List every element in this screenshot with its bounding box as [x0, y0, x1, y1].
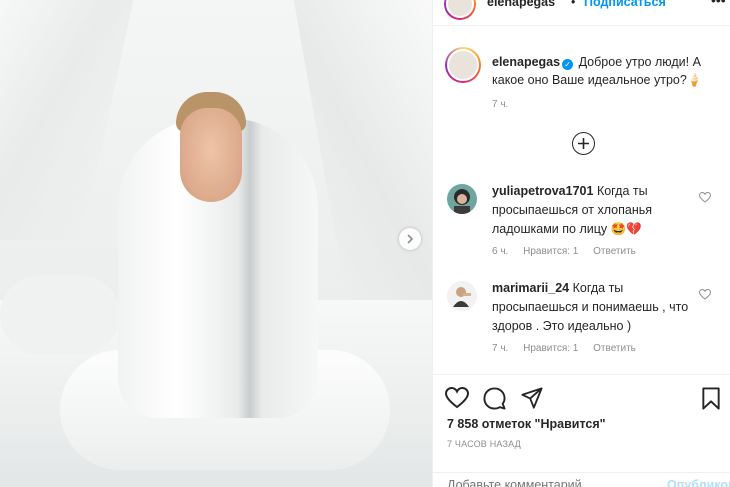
- caption-time[interactable]: 7 ч.: [492, 99, 508, 110]
- comment-bubble-icon[interactable]: [483, 387, 506, 410]
- reply-button[interactable]: Ответить: [593, 246, 636, 257]
- bookmark-icon[interactable]: [701, 387, 721, 410]
- pillow: [0, 275, 120, 355]
- load-more-comments-button[interactable]: [572, 132, 595, 155]
- comment-username[interactable]: marimarii_24: [492, 281, 569, 295]
- heart-icon[interactable]: [699, 192, 711, 203]
- comment-text: yuliapetrova1701 Когда ты просыпаешься о…: [492, 184, 653, 236]
- post-photo[interactable]: [0, 0, 432, 487]
- more-options-icon[interactable]: •••: [711, 0, 726, 8]
- post-side-panel: elenapegas • Подписаться ••• elenapegas ✓…: [432, 0, 730, 487]
- author-avatar[interactable]: [444, 0, 476, 20]
- publish-button[interactable]: Опубликовать: [667, 478, 730, 487]
- like-heart-icon[interactable]: [445, 387, 469, 409]
- post-actions: 7 858 отметок "Нравится" 7 ЧАСОВ НАЗАД О…: [433, 374, 730, 487]
- plus-icon: [578, 138, 589, 149]
- comment-meta: 6 ч. Нравится: 1 Ответить: [492, 246, 648, 257]
- caption-avatar[interactable]: [445, 47, 481, 83]
- curtain-left: [0, 0, 138, 240]
- comment-likes[interactable]: Нравится: 1: [523, 343, 578, 354]
- caption-username[interactable]: elenapegas: [492, 55, 560, 69]
- caption-emoji: 🍦: [686, 73, 703, 87]
- verified-icon: ✓: [562, 59, 574, 70]
- post-caption: elenapegas ✓ Доброе утро люди! А какое он…: [492, 53, 717, 89]
- comment-time[interactable]: 7 ч.: [492, 343, 508, 354]
- likes-count[interactable]: 7 858 отметок "Нравится": [447, 417, 606, 431]
- post-header: elenapegas • Подписаться •••: [433, 0, 730, 26]
- share-paper-plane-icon[interactable]: [521, 387, 543, 409]
- author-username[interactable]: elenapegas: [487, 0, 555, 9]
- commenter-avatar[interactable]: [447, 281, 477, 311]
- follow-button[interactable]: Подписаться: [584, 0, 666, 9]
- add-comment-bar: Опубликовать: [433, 472, 730, 487]
- comment-input[interactable]: [447, 478, 647, 487]
- heart-icon[interactable]: [699, 289, 711, 300]
- reply-button[interactable]: Ответить: [593, 343, 636, 354]
- next-photo-button[interactable]: [399, 228, 421, 250]
- comment-likes[interactable]: Нравится: 1: [523, 246, 578, 257]
- commenter-avatar[interactable]: [447, 184, 477, 214]
- comment-emoji: 🤩💔: [610, 222, 642, 236]
- comment-username[interactable]: yuliapetrova1701: [492, 184, 593, 198]
- separator-dot: •: [571, 0, 576, 9]
- chevron-right-icon: [407, 234, 414, 244]
- comment-time[interactable]: 6 ч.: [492, 246, 508, 257]
- comment-text: marimarii_24 Когда ты просыпаешься и пон…: [492, 281, 689, 333]
- face: [180, 108, 242, 202]
- comment-meta: 7 ч. Нравится: 1 Ответить: [492, 343, 648, 354]
- posted-time[interactable]: 7 ЧАСОВ НАЗАД: [447, 439, 521, 449]
